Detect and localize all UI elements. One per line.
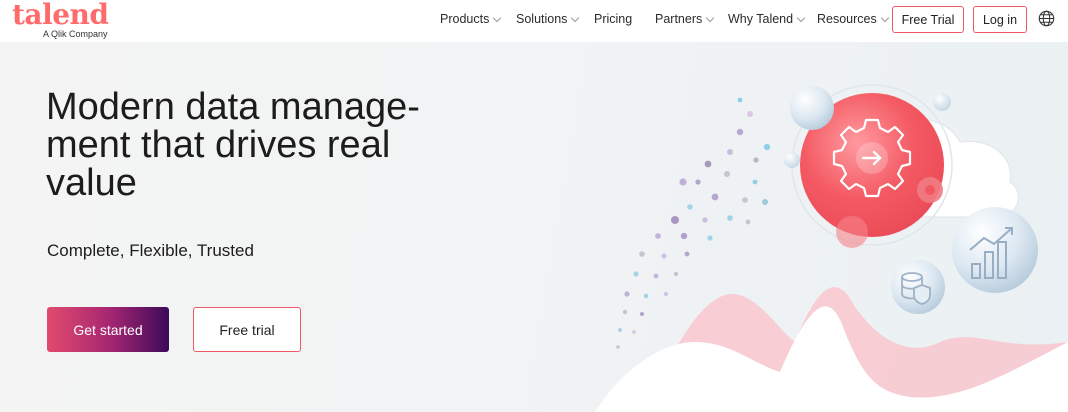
bubble-large <box>790 86 834 130</box>
nav-label: Products <box>440 12 490 26</box>
top-navigation: talend A Qlik Company Products Solutions… <box>0 0 1068 42</box>
headline-line-3: value <box>46 162 137 204</box>
nav-item-pricing[interactable]: Pricing <box>594 0 632 38</box>
chevron-down-icon <box>880 13 889 22</box>
logo-wordmark: talend <box>12 0 109 31</box>
nav-label: Pricing <box>594 12 633 26</box>
nav-item-why-talend[interactable]: Why Talend <box>728 0 806 38</box>
faint-gear-icon <box>836 216 868 248</box>
get-started-button[interactable]: Get started <box>47 307 169 352</box>
chevron-down-icon <box>706 13 715 22</box>
headline-line-2: ment that drives real <box>46 124 391 166</box>
nav-label: Partners <box>655 12 703 26</box>
hero-section: Modern data manage- ment that drives rea… <box>0 42 1068 412</box>
hero-illustration <box>595 84 1068 412</box>
globe-icon[interactable] <box>1038 10 1055 27</box>
nav-item-products[interactable]: Products <box>440 0 502 38</box>
login-button[interactable]: Log in <box>973 6 1027 33</box>
free-trial-hero-button[interactable]: Free trial <box>193 307 301 352</box>
nav-label: Why Talend <box>728 12 794 26</box>
nav-label: Resources <box>817 12 877 26</box>
nav-label: Solutions <box>516 12 568 26</box>
nav-item-solutions[interactable]: Solutions <box>516 0 580 38</box>
bubble-small <box>933 93 951 111</box>
chevron-down-icon <box>493 13 502 22</box>
hero-headline: Modern data manage- ment that drives rea… <box>46 88 466 202</box>
headline-line-1: Modern data manage- <box>46 86 420 128</box>
chevron-down-icon <box>796 13 806 22</box>
nav-item-resources[interactable]: Resources <box>817 0 889 38</box>
hero-subheadline: Complete, Flexible, Trusted <box>47 241 254 260</box>
chart-bubble <box>952 207 1038 293</box>
chevron-down-icon <box>571 13 580 22</box>
nav-item-partners[interactable]: Partners <box>655 0 715 38</box>
talend-logo[interactable]: talend A Qlik Company <box>12 0 122 41</box>
bubble-tiny <box>784 152 800 168</box>
free-trial-button[interactable]: Free Trial <box>892 6 964 33</box>
small-gear-icon <box>917 177 943 203</box>
logo-tagline: A Qlik Company <box>43 29 108 39</box>
